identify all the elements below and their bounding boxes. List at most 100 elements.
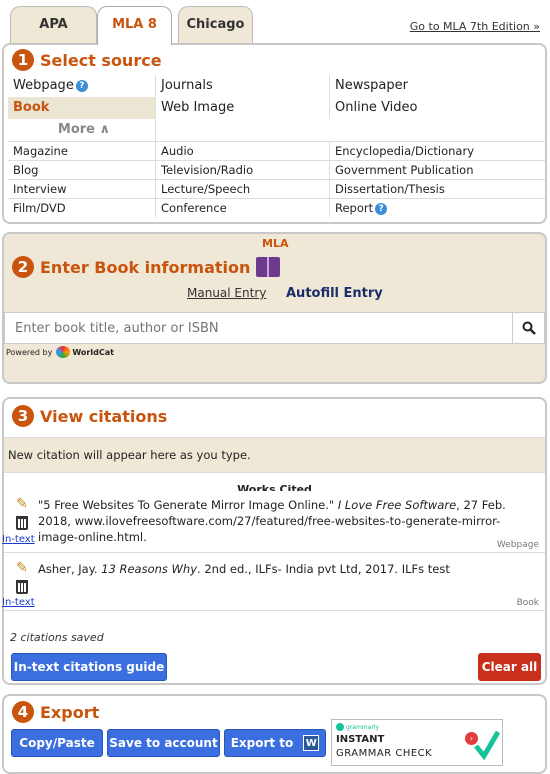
- trash-icon[interactable]: [16, 516, 28, 530]
- view-citations-section: 3 View citations New citation will appea…: [2, 397, 547, 685]
- export-section: 4 Export Copy/Paste Save to account Expo…: [2, 694, 547, 774]
- source-newspaper[interactable]: Newspaper: [330, 75, 545, 97]
- section-heading: 3 View citations: [12, 405, 167, 427]
- source-interview[interactable]: Interview: [8, 180, 156, 198]
- section-title: Export: [40, 702, 100, 722]
- manual-entry-link[interactable]: Manual Entry: [187, 286, 266, 300]
- citation-item: ✎ In-text "5 Free Websites To Generate M…: [2, 493, 545, 553]
- citation-type-label: Book: [516, 598, 539, 608]
- step-number: 2: [12, 256, 34, 278]
- search-icon: [522, 321, 536, 335]
- citation-text: Asher, Jay. 13 Reasons Why. 2nd ed., ILF…: [38, 561, 518, 577]
- source-audio[interactable]: Audio: [156, 142, 330, 160]
- tab-mla8[interactable]: MLA 8: [97, 6, 172, 45]
- export-label: Export to: [230, 736, 294, 750]
- source-film-dvd[interactable]: Film/DVD: [8, 199, 156, 217]
- grammarly-ad[interactable]: grammarly INSTANT GRAMMAR CHECK ›: [331, 719, 503, 766]
- source-grid: Webpage? Journals Newspaper Book Web Ima…: [8, 75, 545, 217]
- source-web-image[interactable]: Web Image: [156, 97, 330, 119]
- section-heading: 4 Export: [12, 701, 99, 723]
- works-cited-heading: Works Cited: [237, 483, 312, 491]
- book-search-box: [4, 312, 545, 344]
- source-dissertation[interactable]: Dissertation/Thesis: [330, 180, 545, 198]
- word-icon: W: [303, 735, 320, 751]
- source-book[interactable]: Book: [8, 97, 156, 119]
- book-info-section: MLA 2 Enter Book information Manual Entr…: [2, 232, 547, 384]
- source-report[interactable]: Report?: [330, 199, 545, 217]
- grammarly-brand: grammarly: [336, 723, 379, 731]
- book-search-input[interactable]: [5, 313, 505, 343]
- section-title: Select source: [40, 50, 162, 70]
- section-title: Enter Book information: [40, 257, 251, 277]
- help-icon[interactable]: ?: [375, 202, 388, 215]
- copy-paste-button[interactable]: Copy/Paste: [11, 729, 103, 757]
- trash-icon[interactable]: [16, 580, 28, 594]
- saved-count: 2 citations saved: [10, 631, 104, 644]
- source-row: Interview Lecture/Speech Dissertation/Th…: [8, 179, 545, 198]
- source-blog[interactable]: Blog: [8, 161, 156, 179]
- mla7-link[interactable]: Go to MLA 7th Edition »: [410, 20, 540, 33]
- section-heading: 2 Enter Book information: [12, 256, 281, 278]
- book-icon: [256, 257, 281, 277]
- export-to-word-button[interactable]: Export to W: [224, 729, 326, 757]
- source-row: Book Web Image Online Video: [8, 97, 545, 119]
- step-number: 1: [12, 49, 34, 71]
- source-journals[interactable]: Journals: [156, 75, 330, 97]
- intext-link[interactable]: In-text: [2, 534, 35, 545]
- source-conference[interactable]: Conference: [156, 199, 330, 217]
- citation-italic-title: I Love Free Software: [337, 498, 457, 512]
- checkmark-icon: [474, 730, 500, 761]
- step-number: 4: [12, 701, 34, 723]
- empty-cell: [156, 119, 330, 141]
- source-encyclopedia[interactable]: Encyclopedia/Dictionary: [330, 142, 545, 160]
- source-magazine[interactable]: Magazine: [8, 142, 156, 160]
- intext-link[interactable]: In-text: [2, 597, 35, 608]
- citation-text-part: Asher, Jay.: [38, 562, 102, 576]
- tab-chicago[interactable]: Chicago: [178, 6, 253, 44]
- powered-by-label: Powered by: [6, 347, 53, 357]
- source-label: Webpage: [13, 78, 74, 93]
- more-toggle[interactable]: More ∧: [8, 119, 156, 141]
- style-tabs: APA MLA 8 Chicago Go to MLA 7th Edition …: [0, 0, 550, 45]
- worldcat-label: WorldCat: [72, 347, 114, 357]
- citation-italic-title: 13 Reasons Why: [101, 562, 198, 576]
- source-row: Film/DVD Conference Report?: [8, 198, 545, 217]
- more-row: More ∧: [8, 119, 545, 141]
- citation-text: "5 Free Websites To Generate Mirror Imag…: [38, 497, 518, 545]
- grammarly-logo-icon: [336, 723, 344, 731]
- ad-line-1: INSTANT: [336, 734, 385, 745]
- citation-actions: ✎: [16, 561, 32, 594]
- source-television-radio[interactable]: Television/Radio: [156, 161, 330, 179]
- source-online-video[interactable]: Online Video: [330, 97, 545, 119]
- source-government-publication[interactable]: Government Publication: [330, 161, 545, 179]
- search-button[interactable]: [512, 313, 544, 343]
- citation-actions: ✎: [16, 497, 32, 530]
- brand-label: grammarly: [346, 723, 380, 731]
- citation-item: ✎ In-text Asher, Jay. 13 Reasons Why. 2n…: [2, 557, 545, 611]
- source-row: Webpage? Journals Newspaper: [8, 75, 545, 97]
- intext-guide-button[interactable]: In-text citations guide: [11, 653, 167, 681]
- step-number: 3: [12, 405, 34, 427]
- citation-type-label: Webpage: [496, 540, 539, 550]
- source-lecture-speech[interactable]: Lecture/Speech: [156, 180, 330, 198]
- section-heading: 1 Select source: [12, 49, 162, 71]
- powered-by: Powered by WorldCat: [6, 346, 114, 358]
- autofill-entry-tab[interactable]: Autofill Entry: [286, 286, 383, 301]
- source-webpage[interactable]: Webpage?: [8, 75, 156, 97]
- style-tag: MLA: [262, 237, 289, 250]
- help-icon[interactable]: ?: [75, 79, 88, 92]
- section-title: View citations: [40, 406, 168, 426]
- citation-text-part: "5 Free Websites To Generate Mirror Imag…: [38, 498, 338, 512]
- source-label: Report: [335, 201, 374, 215]
- ad-line-2: GRAMMAR CHECK: [336, 748, 433, 759]
- tab-apa[interactable]: APA: [10, 6, 97, 44]
- source-row: Magazine Audio Encyclopedia/Dictionary: [8, 141, 545, 160]
- citation-text-part: . 2nd ed., ILFs- India pvt Ltd, 2017. IL…: [197, 562, 450, 576]
- worldcat-logo-icon: [56, 346, 71, 358]
- new-citation-note: New citation will appear here as you typ…: [4, 437, 545, 473]
- select-source-section: 1 Select source Webpage? Journals Newspa…: [2, 43, 547, 224]
- edit-pencil-icon[interactable]: ✎: [16, 561, 32, 575]
- edit-pencil-icon[interactable]: ✎: [16, 497, 32, 511]
- save-to-account-button[interactable]: Save to account: [107, 729, 220, 757]
- clear-all-button[interactable]: Clear all: [478, 653, 541, 681]
